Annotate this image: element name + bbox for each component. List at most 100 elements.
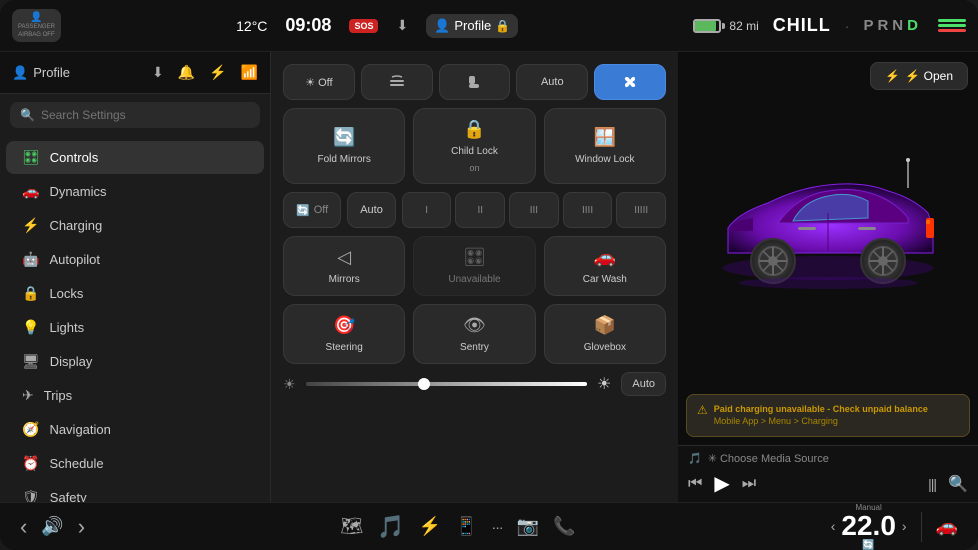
wiper-auto-btn[interactable]: Auto: [347, 192, 396, 228]
nav-item-controls[interactable]: 🎛 Controls: [6, 141, 264, 174]
nav-item-schedule[interactable]: ⏰ Schedule: [6, 447, 264, 480]
nav-item-charging[interactable]: ⚡ Charging: [6, 209, 264, 242]
charging-icon: ⚡: [22, 217, 39, 234]
back-arrow-icon[interactable]: ‹: [20, 514, 27, 540]
search-media-icon[interactable]: 🔍: [948, 474, 968, 494]
volume-icon[interactable]: 🔊: [41, 516, 63, 537]
unavailable-icon: 🎛: [463, 247, 486, 268]
brightness-auto-btn[interactable]: Auto: [621, 372, 666, 396]
settings-header-icons: ⬇ 🔔 ⚡ 📶: [152, 64, 258, 81]
nav-item-display[interactable]: 🖥 Display: [6, 345, 264, 378]
autopilot-icon: 🤖: [22, 251, 39, 268]
steering-tile[interactable]: 🎯 Steering: [283, 304, 405, 364]
nav-item-dynamics[interactable]: 🚗 Dynamics: [6, 175, 264, 208]
bottom-left: ‹ 🔊 ›: [20, 514, 85, 540]
main-screen: 👤 PASSENGERAIRBAG OFF 12°C 09:08 SOS ⬇ 👤…: [0, 0, 978, 550]
warning-icon: ⚠: [697, 403, 708, 417]
more-icon[interactable]: ···: [492, 519, 503, 535]
media-player: 🎵 ✳ Choose Media Source ⏮ ▶ ⏭ ||| 🔍: [678, 445, 978, 502]
battery-rect: [693, 19, 721, 33]
phone-icon[interactable]: 📞: [553, 516, 575, 537]
speed-decrease-btn[interactable]: ‹: [831, 518, 836, 534]
bluetooth-bottom-icon[interactable]: ⚡: [419, 516, 441, 537]
feature-tiles-row1: 🔄 Fold Mirrors 🔒 Child Lock on 🪟 Window …: [283, 108, 666, 184]
glovebox-label: Glovebox: [584, 342, 626, 353]
wiper-speed-5[interactable]: IIIII: [616, 192, 666, 228]
nav-label-locks: Locks: [49, 286, 83, 301]
play-button[interactable]: ▶: [714, 471, 729, 496]
ac-auto-btn[interactable]: Auto: [516, 64, 588, 100]
ac-seat-btn[interactable]: [439, 64, 511, 100]
unavailable-label: Unavailable: [448, 274, 500, 285]
speed-increase-btn[interactable]: ›: [902, 518, 907, 534]
car-mode-icon[interactable]: 🚗: [936, 516, 958, 537]
settings-download-icon[interactable]: ⬇: [152, 64, 164, 81]
lock-icon: 🔒: [495, 19, 510, 33]
settings-profile-name: Profile: [33, 65, 70, 80]
sentry-tile[interactable]: 👁 Sentry: [413, 304, 535, 364]
open-button[interactable]: ⚡ ⚡ Open: [870, 62, 968, 90]
settings-bell-icon[interactable]: 🔔: [178, 64, 195, 81]
wiper-off-btn[interactable]: 🔄 Off: [283, 192, 341, 228]
fold-mirrors-label: Fold Mirrors: [317, 154, 370, 165]
brightness-slider[interactable]: [306, 382, 587, 386]
next-button[interactable]: ⏭: [742, 475, 756, 493]
app-icon[interactable]: 📱: [455, 516, 477, 537]
ac-fan-btn[interactable]: [594, 64, 666, 100]
settings-bluetooth-icon[interactable]: ⚡: [209, 64, 226, 81]
display-icon: 🖥: [22, 353, 40, 370]
nav-item-locks[interactable]: 🔒 Locks: [6, 277, 264, 310]
child-lock-tile[interactable]: 🔒 Child Lock on: [413, 108, 535, 184]
mirrors-tile[interactable]: ◁ Mirrors: [283, 236, 405, 296]
settings-header: 👤 Profile ⬇ 🔔 ⚡ 📶: [0, 52, 270, 94]
wiper-speed-3[interactable]: III: [509, 192, 559, 228]
sun-icon: ☀: [283, 376, 296, 393]
media-controls: ⏮ ▶ ⏭ ||| 🔍: [688, 471, 968, 496]
sos-badge: SOS: [349, 19, 378, 33]
chill-label: CHILL: [773, 15, 831, 36]
carwash-tile[interactable]: 🚗 Car Wash: [544, 236, 666, 296]
nav-item-lights[interactable]: 💡 Lights: [6, 311, 264, 344]
steering-icon: 🎯: [333, 315, 355, 336]
profile-icon: 👤: [434, 18, 450, 34]
profile-button[interactable]: 👤 Profile 🔒: [426, 14, 518, 38]
brightness-sun-max: ☀: [597, 374, 611, 394]
camera-icon[interactable]: 📷: [517, 516, 539, 537]
nav-item-navigation[interactable]: 🧭 Navigation: [6, 413, 264, 446]
slider-thumb[interactable]: [418, 378, 430, 390]
charging-warning-subtitle: Mobile App > Menu > Charging: [714, 415, 928, 428]
top-bar-left: 👤 PASSENGERAIRBAG OFF: [12, 9, 61, 41]
map-icon[interactable]: 🗺: [340, 516, 363, 537]
ac-off-btn[interactable]: ☀ Off: [283, 64, 355, 100]
wiper-speed-1[interactable]: I: [402, 192, 452, 228]
search-bar[interactable]: 🔍: [10, 102, 260, 128]
unavailable-tile[interactable]: 🎛 Unavailable: [413, 236, 535, 296]
nav-item-autopilot[interactable]: 🤖 Autopilot: [6, 243, 264, 276]
fold-mirrors-tile[interactable]: 🔄 Fold Mirrors: [283, 108, 405, 184]
forward-arrow-icon[interactable]: ›: [78, 514, 85, 540]
locks-icon: 🔒: [22, 285, 39, 302]
nav-label-controls: Controls: [50, 150, 98, 165]
glovebox-tile[interactable]: 📦 Glovebox: [544, 304, 666, 364]
gear-r: R: [877, 17, 888, 34]
nav-label-navigation: Navigation: [49, 422, 110, 437]
mirrors-icon: ◁: [337, 247, 351, 268]
dynamics-icon: 🚗: [22, 183, 39, 200]
prev-button[interactable]: ⏮: [688, 475, 702, 493]
spotify-icon[interactable]: 🎵: [377, 514, 404, 540]
music-icon: 🎵: [688, 452, 702, 465]
nav-item-trips[interactable]: ✈ Trips: [6, 379, 264, 412]
wiper-speed-2[interactable]: II: [455, 192, 505, 228]
window-lock-tile[interactable]: 🪟 Window Lock: [544, 108, 666, 184]
search-input[interactable]: [41, 108, 250, 122]
nav-item-safety[interactable]: 🛡 Safety: [6, 481, 264, 502]
wiper-speed-4[interactable]: IIII: [563, 192, 613, 228]
nav-label-trips: Trips: [44, 388, 72, 403]
wiper-off-icon: 🔄: [296, 204, 310, 217]
charging-warning-title: Paid charging unavailable - Check unpaid…: [714, 403, 928, 416]
equalizer-icon[interactable]: |||: [928, 476, 936, 492]
sentry-label: Sentry: [460, 342, 489, 353]
media-source-label[interactable]: ✳ Choose Media Source: [708, 452, 829, 465]
ac-defrost-btn[interactable]: [361, 64, 433, 100]
nav-label-display: Display: [50, 354, 93, 369]
